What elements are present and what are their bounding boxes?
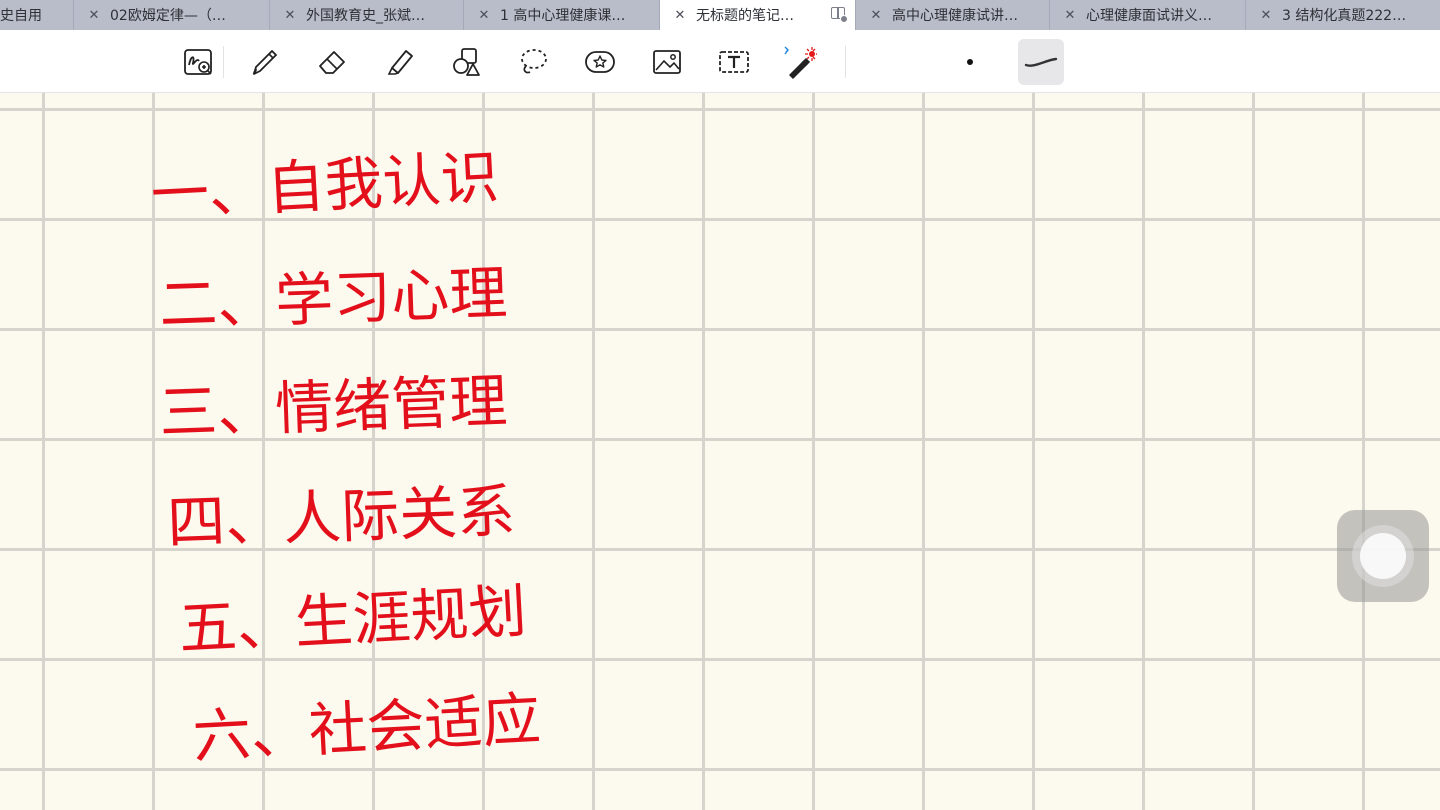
pen-tool[interactable] [244,42,284,82]
laser-pointer-icon [784,46,817,79]
text-box-icon [719,51,749,73]
lasso-icon [521,49,547,74]
image-tool[interactable] [647,42,687,82]
assistive-touch-icon [1352,525,1414,587]
note-line-1: 一、自我认识 [149,143,500,229]
shapes-icon [453,48,480,76]
text-box-tool[interactable] [714,42,754,82]
zoom-window-button[interactable] [178,42,218,82]
note-line-4: 四、人际关系 [166,477,516,557]
assistive-touch-button[interactable] [1337,510,1429,602]
note-line-3: 三、情绪管理 [158,367,508,447]
eraser-icon [319,51,345,74]
pen-size-dot-icon[interactable] [967,59,973,65]
tab-6[interactable]: ✕ 高中心理健康试讲… [856,0,1050,30]
tab-label: 无标题的笔记… [696,8,794,24]
toolbar-divider [223,46,224,78]
tab-label: 史自用 [0,8,42,24]
shapes-tool[interactable] [446,42,486,82]
close-icon[interactable]: ✕ [88,8,100,23]
zoom-window-icon [184,49,212,75]
split-view-badge-icon [840,15,848,23]
tab-7[interactable]: ✕ 心理健康面试讲义… [1050,0,1246,30]
sticker-tool[interactable] [580,42,620,82]
stroke-curve-icon [1024,57,1058,67]
note-line-6: 六、社会适应 [191,685,542,771]
lasso-tool[interactable] [513,42,553,82]
note-canvas[interactable]: 一、自我认识 二、学习心理 三、情绪管理 四、人际关系 五、生涯规划 六、社会适… [0,93,1440,810]
close-icon[interactable]: ✕ [1064,8,1076,23]
tab-3[interactable]: ✕ 外国教育史_张斌… [270,0,464,30]
sticker-icon [585,51,615,73]
note-line-2: 二、学习心理 [158,259,508,339]
tab-4[interactable]: ✕ 1 高中心理健康课… [464,0,660,30]
tab-label: 外国教育史_张斌… [306,8,425,24]
tab-1[interactable]: 史自用 [0,0,74,30]
tab-bar: 史自用 ✕ 02欧姆定律—（… ✕ 外国教育史_张斌… ✕ 1 高中心理健康课…… [0,0,1440,30]
tab-2[interactable]: ✕ 02欧姆定律—（… [74,0,270,30]
image-icon [653,50,681,74]
laser-pointer-tool[interactable] [780,42,820,82]
tab-label: 高中心理健康试讲… [892,8,1018,24]
toolbar-divider [845,46,846,78]
close-icon[interactable]: ✕ [1260,8,1272,23]
highlighter-tool[interactable] [380,42,420,82]
close-icon[interactable]: ✕ [284,8,296,23]
stroke-style-button[interactable] [1018,39,1064,85]
close-icon[interactable]: ✕ [478,8,490,23]
tab-label: 02欧姆定律—（… [110,8,226,24]
close-icon[interactable]: ✕ [870,8,882,23]
highlighter-icon [387,50,413,75]
tab-5-active[interactable]: ✕ 无标题的笔记… [660,0,856,30]
note-line-5: 五、生涯规划 [177,577,528,663]
tab-label: 1 高中心理健康课… [500,8,626,24]
handwriting-layer: 一、自我认识 二、学习心理 三、情绪管理 四、人际关系 五、生涯规划 六、社会适… [149,143,542,771]
tab-label: 心理健康面试讲义… [1086,8,1212,24]
tab-label: 3 结构化真题222… [1282,8,1407,24]
tool-bar [0,30,1440,93]
eraser-tool[interactable] [312,42,352,82]
close-icon[interactable]: ✕ [674,8,686,23]
tab-8[interactable]: ✕ 3 结构化真题222… [1246,0,1440,30]
pen-icon [252,50,277,75]
